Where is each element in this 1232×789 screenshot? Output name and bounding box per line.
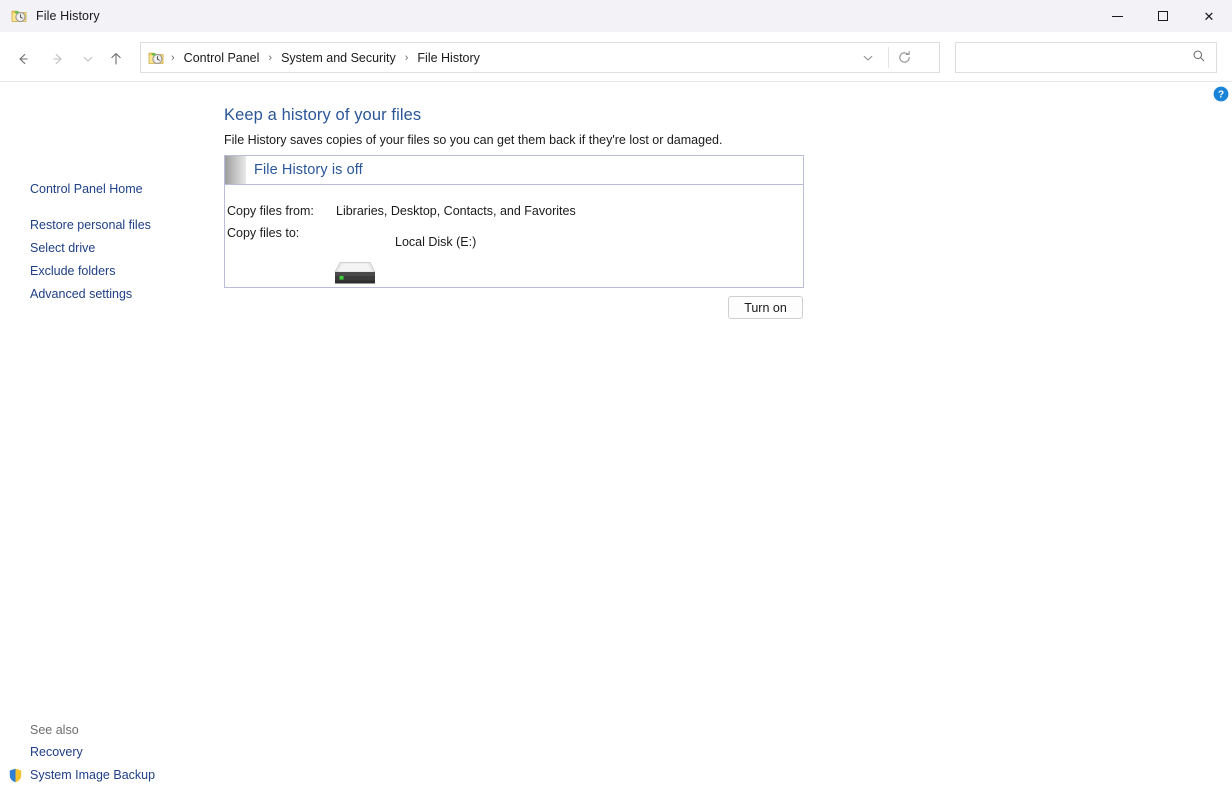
breadcrumb-item-file-history[interactable]: File History bbox=[415, 51, 482, 65]
up-button[interactable] bbox=[101, 44, 131, 74]
refresh-button[interactable] bbox=[891, 43, 917, 72]
turn-on-button[interactable]: Turn on bbox=[728, 296, 803, 319]
forward-arrow-icon bbox=[50, 51, 66, 67]
address-bar[interactable]: › Control Panel › System and Security › … bbox=[140, 42, 940, 73]
sidebar: Control Panel Home Restore personal file… bbox=[0, 82, 224, 723]
close-button[interactable]: ✕ bbox=[1186, 0, 1232, 32]
status-indicator-block bbox=[225, 156, 246, 184]
search-box[interactable] bbox=[955, 42, 1217, 73]
copy-files-to-label: Copy files to: bbox=[227, 226, 299, 240]
page-title: Keep a history of your files bbox=[224, 106, 421, 125]
sidebar-item-advanced-settings[interactable]: Advanced settings bbox=[30, 287, 132, 301]
file-history-icon bbox=[11, 8, 27, 24]
address-history-button[interactable] bbox=[855, 43, 881, 72]
sidebar-item-exclude-folders[interactable]: Exclude folders bbox=[30, 264, 115, 278]
up-arrow-icon bbox=[108, 51, 124, 67]
status-badge: File History is off bbox=[254, 162, 363, 178]
search-input[interactable] bbox=[964, 50, 1179, 66]
chevron-down-icon bbox=[862, 52, 874, 64]
help-question-icon: ? bbox=[1213, 86, 1229, 102]
uac-shield-icon bbox=[7, 767, 24, 784]
file-history-status-panel: File History is off Copy files from: Lib… bbox=[224, 155, 804, 288]
external-hard-drive-icon bbox=[333, 259, 377, 287]
refresh-icon bbox=[897, 50, 912, 65]
minimize-button[interactable] bbox=[1094, 0, 1140, 32]
see-also-heading: See also bbox=[30, 723, 79, 737]
sidebar-item-select-drive[interactable]: Select drive bbox=[30, 241, 95, 255]
toolbar-divider bbox=[888, 47, 889, 68]
breadcrumb-separator: › bbox=[164, 52, 182, 64]
chevron-down-icon bbox=[82, 53, 94, 65]
address-file-history-icon bbox=[148, 50, 164, 66]
copy-files-from-label: Copy files from: bbox=[227, 204, 314, 218]
sidebar-item-control-panel-home[interactable]: Control Panel Home bbox=[30, 182, 143, 196]
back-button[interactable] bbox=[8, 44, 38, 74]
svg-text:?: ? bbox=[1218, 90, 1224, 101]
forward-button[interactable] bbox=[43, 44, 73, 74]
copy-files-to-value: Local Disk (E:) bbox=[395, 235, 476, 249]
breadcrumb-item-system-and-security[interactable]: System and Security bbox=[279, 51, 398, 65]
window-title: File History bbox=[36, 9, 100, 23]
status-panel-body: Copy files from: Libraries, Desktop, Con… bbox=[225, 185, 803, 287]
copy-files-from-value: Libraries, Desktop, Contacts, and Favori… bbox=[336, 204, 576, 218]
page-description: File History saves copies of your files … bbox=[224, 133, 722, 147]
search-icon[interactable] bbox=[1192, 49, 1206, 68]
window-title-bar: File History ✕ bbox=[0, 0, 1232, 32]
see-also-item-system-image-backup[interactable]: System Image Backup bbox=[30, 768, 155, 782]
maximize-icon bbox=[1158, 11, 1168, 21]
status-panel-header: File History is off bbox=[225, 156, 803, 185]
close-icon: ✕ bbox=[1204, 10, 1215, 23]
breadcrumb-separator: › bbox=[261, 52, 279, 64]
back-arrow-icon bbox=[15, 51, 31, 67]
recent-locations-button[interactable] bbox=[73, 44, 103, 74]
breadcrumb-separator: › bbox=[398, 52, 416, 64]
minimize-icon bbox=[1112, 16, 1123, 17]
see-also-item-recovery[interactable]: Recovery bbox=[30, 745, 83, 759]
sidebar-item-restore-personal-files[interactable]: Restore personal files bbox=[30, 218, 151, 232]
maximize-button[interactable] bbox=[1140, 0, 1186, 32]
breadcrumb-item-control-panel[interactable]: Control Panel bbox=[182, 51, 262, 65]
window-controls: ✕ bbox=[1094, 0, 1232, 32]
help-button[interactable]: ? bbox=[1213, 86, 1229, 102]
